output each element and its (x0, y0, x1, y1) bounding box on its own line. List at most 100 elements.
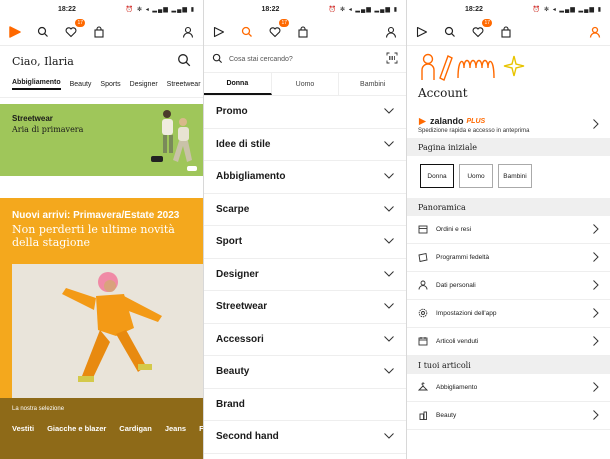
menu-articles-clothing[interactable]: Abbigliamento (407, 374, 610, 402)
search-icon[interactable] (177, 53, 191, 70)
search-icon[interactable] (36, 25, 50, 39)
status-bar: 18:22 ⏰ ✻ ◂ ▂▄▆ ▂▄▆ ▮ (0, 0, 203, 18)
category-label: Brand (216, 398, 245, 410)
category-label: Scarpe (216, 203, 250, 215)
category-scarpe[interactable]: Scarpe (204, 194, 406, 226)
menu-personal-data[interactable]: Dati personali (407, 272, 610, 300)
category-brand[interactable]: Brand (204, 389, 406, 421)
gender-button-donna[interactable]: Donna (420, 164, 454, 188)
status-icons: ⏰ ✻ ◂ ▂▄▆ ▂▄▆ ▮ (532, 6, 602, 13)
tab-streetwear[interactable]: Streetwear (167, 81, 201, 88)
greeting-text: Ciao, Ilaria (12, 54, 74, 68)
status-bar: 18:22 ⏰ ✻ ◂ ▂▄▆ ▂▄▆ ▮ (204, 0, 406, 18)
selection-bar: La nostra selezione Vestiti Giacche e bl… (0, 398, 203, 459)
category-label: Sport (216, 236, 243, 248)
chip-giacche[interactable]: Giacche e blazer (47, 424, 106, 433)
chip-cardigan[interactable]: Cardigan (119, 424, 152, 433)
person-icon (418, 280, 428, 292)
menu-label: Dati personali (436, 282, 476, 289)
category-idee-di-stile[interactable]: Idee di stile (204, 129, 406, 161)
category-label: Beauty (216, 366, 250, 378)
chevron-down-icon (384, 334, 394, 345)
tab-beauty[interactable]: Beauty (70, 81, 92, 88)
menu-label: Impostazioni dell'app (436, 310, 497, 317)
top-nav: 17 (204, 18, 406, 46)
category-accessori[interactable]: Accessori (204, 324, 406, 356)
category-label: Promo (216, 106, 248, 118)
menu-orders[interactable]: Ordini e resi (407, 216, 610, 244)
wishlist-icon[interactable]: 17 (268, 18, 289, 39)
menu-app-settings[interactable]: Impostazioni dell'app (407, 300, 610, 328)
category-streetwear[interactable]: Streetwear (204, 291, 406, 324)
promo-subtitle: Non perderti le ultime novità della stag… (12, 223, 175, 249)
plus-label: PLUS (466, 117, 486, 125)
wishlist-badge: 17 (482, 18, 492, 27)
search-bar[interactable]: Cosa stai cercando? (204, 46, 406, 72)
menu-loyalty[interactable]: Programmi fedeltà (407, 244, 610, 272)
search-input[interactable]: Cosa stai cercando? (229, 56, 293, 63)
wishlist-badge: 17 (279, 18, 289, 27)
tab-abbigliamento[interactable]: Abbigliamento (12, 79, 61, 90)
top-nav: 17 (407, 18, 610, 46)
profile-icon[interactable] (588, 25, 602, 39)
tab-bambini[interactable]: Bambini (339, 73, 406, 95)
category-promo[interactable]: Promo (204, 96, 406, 129)
category-label: Designer (216, 268, 259, 280)
banner-illustration (151, 110, 197, 171)
chevron-down-icon (384, 171, 394, 182)
status-icons: ⏰ ✻ ◂ ▂▄▆ ▂▄▆ ▮ (328, 6, 398, 13)
plus-brand: zalando (430, 116, 464, 126)
promo-image (12, 264, 203, 404)
chevron-down-icon (384, 106, 394, 117)
category-sport[interactable]: Sport (204, 226, 406, 259)
category-designer[interactable]: Designer (204, 259, 406, 291)
category-abbigliamento[interactable]: Abbigliamento (204, 161, 406, 194)
home-icon[interactable] (8, 25, 22, 39)
home-icon[interactable] (212, 25, 226, 39)
bag-icon[interactable] (499, 25, 513, 39)
profile-icon[interactable] (181, 25, 195, 39)
menu-articles-beauty[interactable]: Beauty (407, 402, 610, 430)
chip-jeans[interactable]: Jeans (165, 424, 186, 433)
home-icon[interactable] (415, 25, 429, 39)
tab-designer[interactable]: Designer (130, 81, 158, 88)
menu-label: Beauty (436, 412, 457, 419)
category-label: Streetwear (216, 301, 268, 313)
tab-uomo[interactable]: Uomo (272, 73, 340, 95)
search-icon[interactable] (443, 25, 457, 39)
status-bar: 18:22 ⏰ ✻ ◂ ▂▄▆ ▂▄▆ ▮ (407, 0, 610, 18)
wishlist-badge: 17 (75, 18, 85, 27)
chevron-down-icon (384, 139, 394, 150)
category-beauty[interactable]: Beauty (204, 356, 406, 389)
menu-sold-items[interactable]: Articoli venduti (407, 328, 610, 356)
chevron-right-icon (593, 307, 599, 320)
wishlist-icon[interactable]: 17 (64, 18, 85, 39)
account-screen: 18:22 ⏰ ✻ ◂ ▂▄▆ ▂▄▆ ▮ 17 Account zalando… (407, 0, 610, 459)
chevron-right-icon (593, 116, 599, 134)
tab-donna[interactable]: Donna (204, 73, 272, 95)
bag-icon[interactable] (296, 25, 310, 39)
bag-icon[interactable] (92, 25, 106, 39)
gender-button-uomo[interactable]: Uomo (459, 164, 493, 188)
streetwear-banner[interactable]: Streetwear Aria di primavera (0, 104, 203, 176)
barcode-scan-icon[interactable] (386, 52, 398, 66)
category-second-hand[interactable]: Second hand (204, 421, 406, 454)
status-time: 18:22 (261, 5, 280, 13)
chip-vestiti[interactable]: Vestiti (12, 424, 34, 433)
zalando-plus-row[interactable]: zalando PLUS Spedizione rapida e accesso… (407, 104, 610, 138)
tab-sports[interactable]: Sports (100, 81, 120, 88)
profile-icon[interactable] (384, 25, 398, 39)
search-icon[interactable] (240, 25, 254, 39)
chevron-down-icon (384, 269, 394, 280)
chevron-down-icon (384, 366, 394, 377)
wishlist-icon[interactable]: 17 (471, 18, 492, 39)
status-time: 18:22 (57, 5, 76, 13)
loyalty-card-icon (418, 252, 428, 264)
gender-button-bambini[interactable]: Bambini (498, 164, 532, 188)
home-screen: 18:22 ⏰ ✻ ◂ ▂▄▆ ▂▄▆ ▮ 17 Ciao, Ilaria Ab… (0, 0, 203, 459)
promo-block[interactable]: Nuovi arrivi: Primavera/Estate 2023 Non … (0, 198, 203, 404)
category-label: Second hand (216, 431, 279, 443)
calendar-icon (418, 336, 428, 348)
chevron-down-icon (384, 431, 394, 442)
chevron-right-icon (593, 381, 599, 394)
